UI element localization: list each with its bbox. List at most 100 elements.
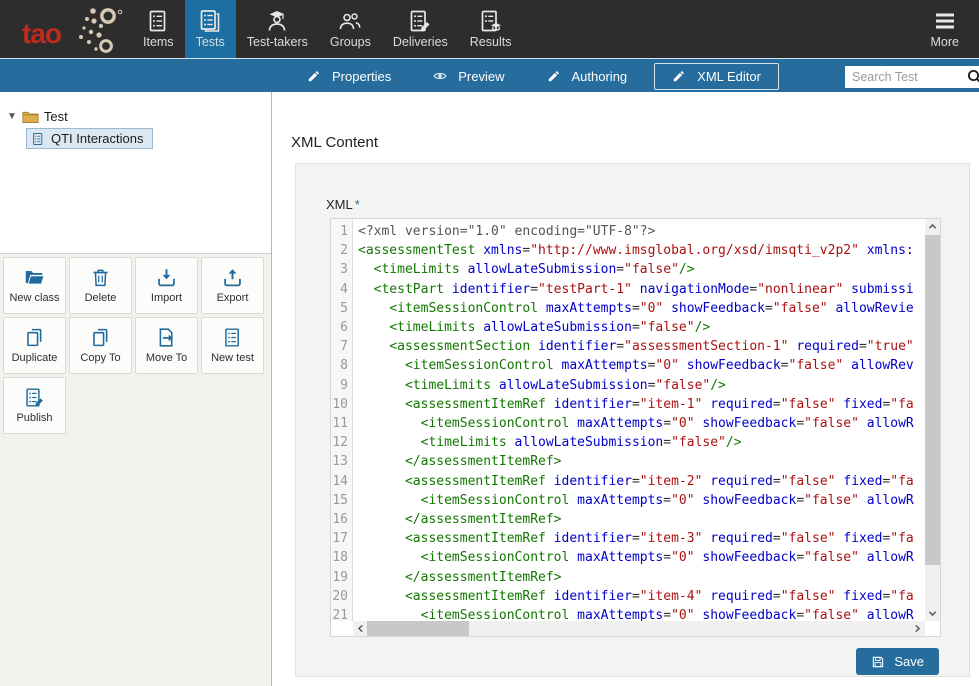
test-taker-icon [265,9,289,33]
horizontal-scrollbar-thumb[interactable] [367,621,469,636]
move-icon [156,327,177,348]
nav-item-test-takers[interactable]: Test-takers [236,0,319,58]
list-pencil-icon [24,387,45,408]
line-number: 5 [331,299,352,318]
action-delete-button[interactable]: Delete [69,257,132,314]
line-number: 1 [331,222,352,241]
nav-item-items[interactable]: Items [132,0,185,58]
action-button-label: Duplicate [12,352,58,364]
action-publish-button[interactable]: Publish [3,377,66,434]
scroll-up-arrow[interactable] [925,219,940,234]
action-button-label: Publish [16,412,52,424]
search-input[interactable] [845,66,957,88]
action-button-label: Copy To [80,352,120,364]
tree-action-buttons: New class Delete Import Export Duplicate Copy… [0,253,271,686]
line-number: 2 [331,241,352,260]
action-export-button[interactable]: Export [201,257,264,314]
nav-more-label: More [931,35,959,49]
scroll-right-arrow[interactable] [910,621,925,636]
code-line: </assessmentItemRef> [358,452,925,471]
line-number: 17 [331,529,352,548]
action-move-to-button[interactable]: Move To [135,317,198,374]
folder-icon [22,110,39,124]
horizontal-scrollbar[interactable] [353,621,925,636]
vertical-scrollbar[interactable] [925,219,940,621]
save-button[interactable]: Save [856,648,939,675]
list-pencil-icon [408,9,432,33]
code-line: <assessmentItemRef identifier="item-1" r… [358,395,925,414]
eye-icon [433,69,447,83]
line-number: 18 [331,548,352,567]
caret-down-icon[interactable]: ▼ [7,111,17,122]
view-tabs: Properties Preview Authoring XML Editor [286,59,779,93]
code-line: <assessmentItemRef identifier="item-3" r… [358,529,925,548]
search-icon[interactable] [966,68,979,86]
code-line: <?xml version="1.0" encoding="UTF-8"?> [358,222,925,241]
code-line: <itemSessionControl maxAttempts="0" show… [358,414,925,433]
action-import-button[interactable]: Import [135,257,198,314]
tree-node-test[interactable]: ▼ Test [7,109,68,124]
test-tree: ▼ Test QTI Interactions [0,92,271,253]
save-button-label: Save [894,654,924,669]
scroll-left-arrow[interactable] [353,621,368,636]
action-button-label: Import [151,292,182,304]
action-toolbar: Properties Preview Authoring XML Editor [0,58,979,92]
line-number: 13 [331,452,352,471]
xml-code-editor[interactable]: 123456789101112131415161718192021 <?xml … [330,218,941,637]
tao-logo[interactable]: tao [14,4,124,56]
tab-properties[interactable]: Properties [286,59,412,93]
action-copy-to-button[interactable]: Copy To [69,317,132,374]
code-line: <itemSessionControl maxAttempts="0" show… [358,491,925,510]
tab-xml-editor[interactable]: XML Editor [654,63,779,90]
line-number: 11 [331,414,352,433]
export-icon [222,267,243,288]
line-number: 4 [331,280,352,299]
code-line: <testPart identifier="testPart-1" naviga… [358,280,925,299]
tab-label: Preview [458,69,504,84]
code-line: <timeLimits allowLateSubmission="false"/… [358,260,925,279]
nav-item-deliveries[interactable]: Deliveries [382,0,459,58]
tao-logo-burst-icon [66,4,124,58]
copy-icon [24,327,45,348]
line-number: 19 [331,568,352,587]
list-page-icon [146,9,170,33]
top-navigation-bar: tao ItemsTests Test-takers Groups Deliverie… [0,0,979,58]
nav-item-more[interactable]: More [919,0,971,58]
nav-item-results[interactable]: Results [459,0,523,58]
pencil-icon [547,69,561,83]
action-new-test-button[interactable]: New test [201,317,264,374]
line-number: 6 [331,318,352,337]
code-area[interactable]: <?xml version="1.0" encoding="UTF-8"?><a… [354,219,925,621]
list-page-icon [222,327,243,348]
vertical-scrollbar-thumb[interactable] [925,235,940,565]
tree-node-qti-interactions-selected[interactable]: QTI Interactions [26,128,153,149]
nav-item-label: Deliveries [393,35,448,49]
line-number: 7 [331,337,352,356]
tab-preview[interactable]: Preview [412,59,525,93]
tab-authoring[interactable]: Authoring [526,59,649,93]
tab-label: Authoring [572,69,628,84]
line-number: 8 [331,356,352,375]
nav-item-groups[interactable]: Groups [319,0,382,58]
line-number: 14 [331,472,352,491]
scroll-down-arrow[interactable] [925,606,940,621]
tree-node-label: Test [44,109,68,124]
code-line: <assessmentItemRef identifier="item-4" r… [358,587,925,606]
code-line: <assessmentTest xmlns="http://www.imsglo… [358,241,925,260]
pencil-icon [672,69,686,83]
pencil-icon [307,69,321,83]
import-icon [156,267,177,288]
nav-item-tests[interactable]: Tests [185,0,236,58]
line-number: 21 [331,606,352,621]
action-new-class-button[interactable]: New class [3,257,66,314]
code-line: </assessmentItemRef> [358,510,925,529]
action-button-label: New test [211,352,254,364]
action-button-label: Delete [85,292,117,304]
tab-label: Properties [332,69,391,84]
action-button-label: New class [9,292,59,304]
more-icon [933,9,957,33]
main-menu: ItemsTests Test-takers Groups Deliveries Res… [132,0,522,58]
nav-item-label: Test-takers [247,35,308,49]
action-duplicate-button[interactable]: Duplicate [3,317,66,374]
required-marker: * [355,197,360,212]
